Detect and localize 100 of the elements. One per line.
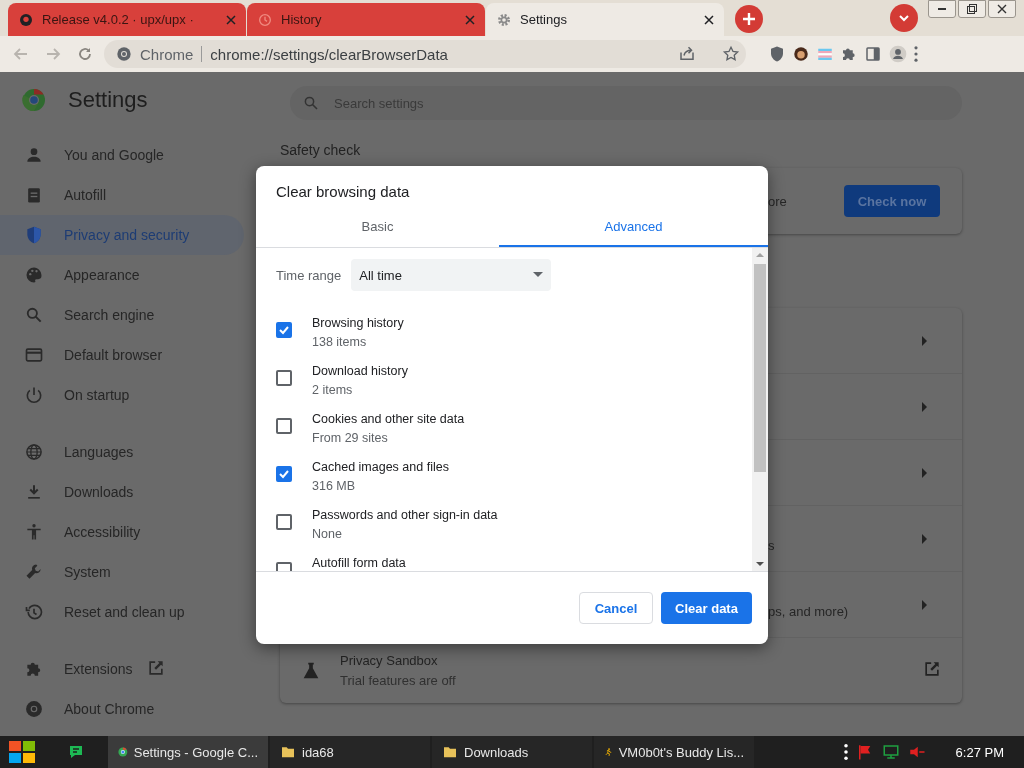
option-title: Browsing history (312, 316, 404, 331)
monitor-icon (881, 743, 900, 761)
sidebar-item[interactable]: Accessibility (0, 512, 244, 552)
sidebar-item[interactable]: Privacy and security (0, 215, 244, 255)
back-arrow-icon (13, 46, 29, 62)
tab-search-button[interactable] (890, 4, 918, 32)
search-icon (302, 94, 320, 112)
time-range-label: Time range (276, 267, 342, 283)
share-icon (678, 45, 696, 63)
row-subtitle: Trial features are off (340, 673, 457, 688)
close-icon (997, 4, 1007, 14)
chevron-right-icon (922, 401, 927, 412)
checkbox[interactable] (276, 514, 292, 530)
settings-title: Settings (68, 87, 148, 113)
dialog-title: Clear browsing data (275, 182, 411, 202)
clear-data-button[interactable]: Clear data (661, 592, 752, 624)
shield-icon (24, 225, 44, 245)
sidebar-item[interactable]: You and Google (0, 135, 244, 175)
sidebar-item[interactable]: Languages (0, 432, 244, 472)
restore-icon (966, 3, 978, 15)
power-icon (24, 385, 44, 405)
search-icon (24, 305, 44, 325)
globe-icon (24, 442, 44, 462)
person-icon (24, 145, 44, 165)
cancel-button[interactable]: Cancel (579, 592, 653, 624)
address-bar[interactable]: Chrome chrome://settings/clearBrowserData (104, 40, 746, 68)
taskbar-item[interactable]: VM0b0t's Buddy Lis... (594, 736, 754, 768)
checkbox[interactable] (276, 466, 292, 482)
browser-tab[interactable]: History (247, 3, 485, 36)
accessibility-icon (24, 522, 44, 542)
dialog-tab[interactable]: Advanced (499, 207, 768, 247)
chevron-right-icon (922, 533, 927, 544)
forward-arrow-icon (45, 46, 61, 62)
taskbar-item[interactable]: ida68 (270, 736, 430, 768)
clock: 6:27 PM (955, 744, 1004, 760)
sidebar-item[interactable]: Downloads (0, 472, 244, 512)
chevron-right-icon (922, 467, 927, 478)
side-panel-icon (864, 45, 882, 63)
option-title: Passwords and other sign-in data (312, 508, 498, 523)
time-range-dropdown[interactable]: All time (351, 259, 552, 291)
palette-icon (24, 265, 44, 285)
windows-logo-icon (7, 739, 37, 765)
section-heading: Safety check (280, 142, 362, 158)
sidebar-item[interactable]: Search engine (0, 295, 244, 335)
option-detail: 2 items (312, 383, 354, 398)
reload-icon (77, 46, 93, 62)
browser-tab[interactable]: Settings (486, 3, 724, 36)
sidebar-item[interactable]: On startup (0, 375, 244, 415)
site-label: Chrome (140, 45, 194, 63)
folder-icon (280, 744, 296, 760)
dialog-tab[interactable]: Basic (256, 207, 499, 247)
sidebar-item[interactable]: Autofill (0, 175, 244, 215)
taskbar-item[interactable]: Downloads (432, 736, 592, 768)
sidebar-item[interactable]: System (0, 552, 244, 592)
caret-down-icon (898, 12, 910, 24)
sidebar-item[interactable]: About Chrome (0, 689, 244, 729)
checkbox[interactable] (276, 370, 292, 386)
row-title: Privacy Sandbox (340, 653, 439, 668)
row-text: s (768, 538, 776, 555)
wrench-icon (24, 562, 44, 582)
more-icon[interactable] (843, 744, 848, 760)
browser-tab[interactable]: Release v4.0.2 · upx/upx · (8, 3, 246, 36)
sidebar-item[interactable]: Default browser (0, 335, 244, 375)
minimize-button[interactable] (928, 0, 956, 18)
scrollbar[interactable] (752, 248, 768, 571)
checkmark-icon (278, 324, 290, 336)
chat-icon (68, 744, 84, 760)
gear-icon (496, 11, 512, 28)
taskbar-item[interactable]: Settings - Google C... (108, 736, 268, 768)
checkbox[interactable] (276, 322, 292, 338)
card-text: ore (768, 193, 788, 209)
chrome-logo-icon (24, 699, 44, 719)
url-text: chrome://settings/clearBrowserData (210, 45, 449, 63)
sidebar-item[interactable]: Appearance (0, 255, 244, 295)
close-window-button[interactable] (988, 0, 1016, 18)
star-icon (722, 45, 740, 63)
chevron-right-icon (922, 599, 927, 610)
checkbox[interactable] (276, 418, 292, 434)
plus-icon (742, 12, 756, 26)
option-title: Cookies and other site data (312, 412, 465, 427)
sidebar-item[interactable]: Reset and clean up (0, 592, 244, 632)
option-title: Download history (312, 364, 408, 379)
restore-button[interactable] (958, 0, 986, 18)
profile-icon (888, 44, 908, 64)
option-detail: 316 MB (312, 479, 357, 494)
checkmark-icon (278, 468, 290, 480)
shield-icon (768, 45, 786, 63)
folder-icon (442, 744, 458, 760)
check-now-button[interactable]: Check now (844, 185, 940, 217)
avatar-icon (792, 45, 810, 63)
minimize-icon (938, 8, 946, 10)
close-icon[interactable] (704, 14, 714, 25)
sidebar-item[interactable]: Extensions (0, 649, 244, 689)
row-text: ps, and more) (768, 604, 850, 621)
option-title: Cached images and files (312, 460, 449, 475)
browser-window-icon (24, 345, 44, 365)
option-detail: 138 items (312, 335, 368, 350)
caret-down-icon (533, 272, 544, 278)
new-tab-button[interactable] (735, 5, 763, 33)
history-icon (257, 11, 273, 28)
